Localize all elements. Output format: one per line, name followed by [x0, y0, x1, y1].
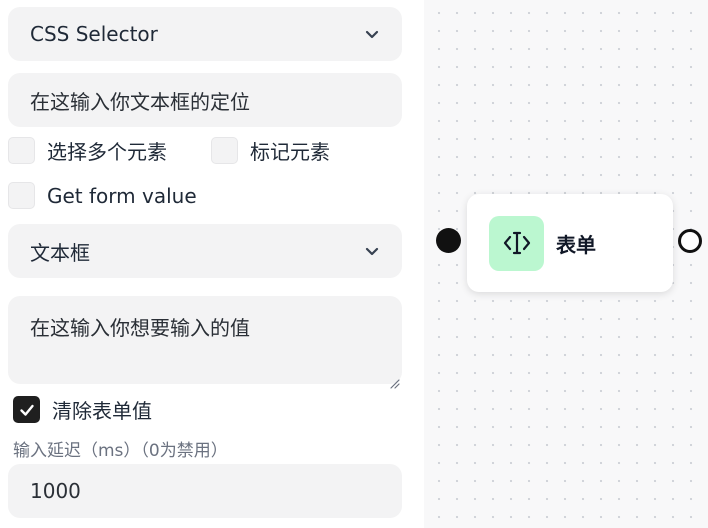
get-form-value-label: Get form value [47, 183, 197, 208]
clear-form-label: 清除表单值 [52, 399, 152, 423]
text-cursor-icon [489, 215, 544, 271]
selector-type-value: CSS Selector [30, 22, 158, 46]
form-type-value: 文本框 [30, 240, 90, 265]
node-output-port[interactable] [678, 229, 702, 253]
get-form-value-option[interactable]: Get form value [8, 182, 197, 209]
multiple-elements-option[interactable]: 选择多个元素 [8, 136, 167, 165]
mark-element-checkbox[interactable] [211, 137, 238, 164]
chevron-down-icon [364, 243, 380, 259]
input-delay-field[interactable]: 1000 [8, 464, 402, 518]
get-form-value-checkbox[interactable] [8, 182, 35, 209]
clear-form-option[interactable]: 清除表单值 [13, 395, 152, 424]
value-textarea[interactable]: 在这输入你想要输入的值 [8, 296, 402, 389]
checkmark-icon [19, 404, 34, 416]
selector-type-select[interactable]: CSS Selector [8, 7, 402, 61]
node-title: 表单 [556, 232, 596, 257]
mark-element-label: 标记元素 [250, 140, 330, 164]
clear-form-checkbox[interactable] [13, 396, 40, 423]
settings-panel: CSS Selector 在这输入你文本框的定位 选择多个元素 标记元素 Get… [0, 0, 422, 528]
form-node[interactable]: 表单 [467, 194, 673, 292]
value-textarea-placeholder: 在这输入你想要输入的值 [30, 316, 250, 340]
selector-input[interactable]: 在这输入你文本框的定位 [8, 73, 402, 127]
resize-handle-icon[interactable] [388, 370, 400, 389]
chevron-down-icon [364, 26, 380, 42]
selector-input-placeholder: 在这输入你文本框的定位 [30, 89, 250, 114]
multiple-elements-label: 选择多个元素 [47, 140, 167, 164]
mark-element-option[interactable]: 标记元素 [211, 136, 330, 165]
input-delay-value: 1000 [30, 479, 81, 503]
multiple-elements-checkbox[interactable] [8, 137, 35, 164]
form-type-select[interactable]: 文本框 [8, 224, 402, 278]
node-input-port[interactable] [436, 228, 461, 253]
input-delay-label: 输入延迟（ms）（0为禁用） [13, 441, 228, 461]
